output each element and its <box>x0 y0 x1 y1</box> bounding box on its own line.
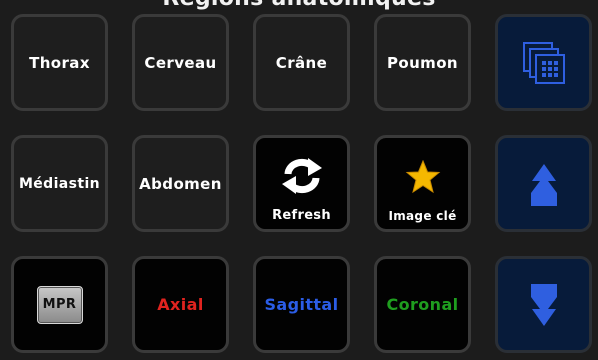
refresh-label: Refresh <box>272 208 331 223</box>
grid-layout-icon <box>522 42 565 84</box>
axial-label: Axial <box>157 295 204 314</box>
refresh-button[interactable]: Refresh <box>253 135 350 232</box>
sagittal-button[interactable]: Sagittal <box>253 256 350 353</box>
crane-button[interactable]: Crâne <box>253 14 350 111</box>
button-grid: Thorax Cerveau Crâne Poumon Médiastin Ab… <box>11 14 592 353</box>
mediastin-button[interactable]: Médiastin <box>11 135 108 232</box>
page-title: Regions anatomiques <box>0 0 598 11</box>
layout-button[interactable] <box>495 14 592 111</box>
star-icon <box>405 160 440 194</box>
abdomen-button[interactable]: Abdomen <box>132 135 229 232</box>
cerveau-label: Cerveau <box>144 53 217 72</box>
key-image-button[interactable]: Image clé <box>374 135 471 232</box>
sagittal-label: Sagittal <box>264 295 339 314</box>
coronal-button[interactable]: Coronal <box>374 256 471 353</box>
key-image-label: Image clé <box>388 209 457 223</box>
mpr-label: MPR <box>42 297 77 312</box>
scroll-down-button[interactable] <box>495 256 592 353</box>
refresh-icon <box>281 158 322 194</box>
mediastin-label: Médiastin <box>18 175 101 192</box>
arrow-up-icon <box>530 164 557 206</box>
poumon-label: Poumon <box>387 53 458 72</box>
arrow-down-icon <box>530 284 557 326</box>
coronal-label: Coronal <box>386 295 459 314</box>
scroll-up-button[interactable] <box>495 135 592 232</box>
mpr-button[interactable]: MPR <box>11 256 108 353</box>
axial-button[interactable]: Axial <box>132 256 229 353</box>
thorax-label: Thorax <box>29 53 90 72</box>
poumon-button[interactable]: Poumon <box>374 14 471 111</box>
cerveau-button[interactable]: Cerveau <box>132 14 229 111</box>
crane-label: Crâne <box>275 53 328 72</box>
mpr-chip: MPR <box>36 285 83 324</box>
abdomen-label: Abdomen <box>139 174 222 193</box>
thorax-button[interactable]: Thorax <box>11 14 108 111</box>
